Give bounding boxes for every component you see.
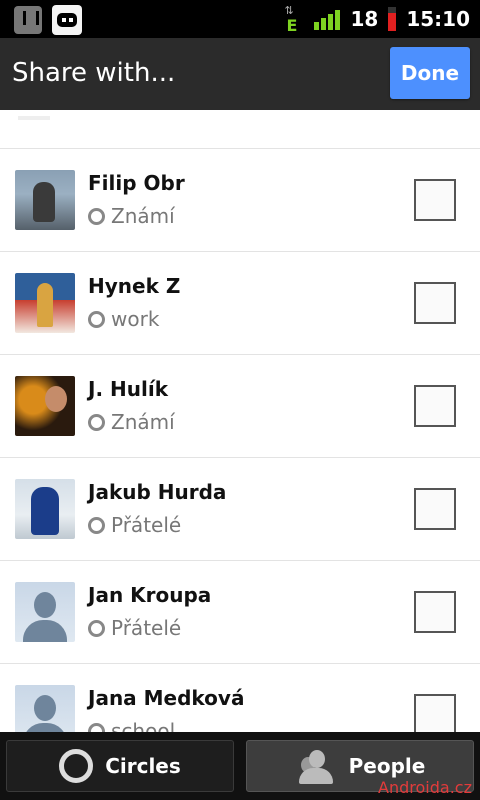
- circle-icon: [88, 722, 105, 732]
- avatar: [15, 170, 75, 230]
- circle-icon: [88, 619, 105, 637]
- select-checkbox[interactable]: [414, 385, 456, 427]
- bottom-bar: Circles People Androida.cz: [0, 732, 480, 800]
- select-checkbox[interactable]: [414, 694, 456, 732]
- done-button[interactable]: Done: [390, 47, 470, 99]
- default-avatar-icon: [15, 582, 75, 642]
- contact-row[interactable]: J. Hulík Známí: [0, 355, 480, 458]
- select-checkbox[interactable]: [414, 591, 456, 633]
- contact-circle: Přátelé: [111, 616, 182, 640]
- circle-icon: [88, 413, 105, 431]
- select-checkbox[interactable]: [414, 179, 456, 221]
- avatar: [15, 376, 75, 436]
- default-avatar-icon: [15, 685, 75, 732]
- contact-row[interactable]: Jakub Hurda Přátelé: [0, 458, 480, 561]
- circles-icon: [59, 749, 94, 783]
- contact-circle: Známí: [111, 204, 175, 228]
- circle-icon: [88, 516, 105, 534]
- circle-icon: [88, 207, 105, 225]
- circle-icon: [88, 310, 105, 328]
- clock: 15:10: [406, 7, 470, 31]
- contact-circle: Známí: [111, 410, 175, 434]
- contact-name: Hynek Z: [88, 274, 181, 298]
- status-bar: ⇅ E 18 15:10: [0, 0, 480, 38]
- tab-circles[interactable]: Circles: [6, 740, 234, 792]
- battery-icon: [388, 7, 397, 31]
- contact-name: J. Hulík: [88, 377, 168, 401]
- network-type-icon: ⇅ E: [284, 4, 298, 35]
- contact-row[interactable]: Jana Medková school: [0, 664, 480, 732]
- page-title: Share with...: [12, 58, 176, 88]
- contact-circle: school: [111, 719, 176, 732]
- contact-row[interactable]: Filip Obr Známí: [0, 149, 480, 252]
- contact-row[interactable]: Hynek Z work: [0, 252, 480, 355]
- watermark: Androida.cz: [378, 778, 472, 797]
- select-checkbox[interactable]: [414, 282, 456, 324]
- people-icon: [295, 748, 337, 784]
- contact-name: Jan Kroupa: [88, 583, 212, 607]
- list-item-partial: [0, 110, 480, 149]
- contact-row[interactable]: Jan Kroupa Přátelé: [0, 561, 480, 664]
- contact-circle: work: [111, 307, 160, 331]
- title-bar: Share with... Done: [0, 38, 480, 110]
- contact-list[interactable]: Filip Obr Známí Hynek Z work J. Hulík Zn…: [0, 110, 480, 732]
- avatar: [15, 273, 75, 333]
- contact-name: Jakub Hurda: [88, 480, 227, 504]
- contact-circle: Přátelé: [111, 513, 182, 537]
- tab-circles-label: Circles: [105, 754, 181, 778]
- signal-strength-icon: [314, 8, 341, 30]
- tab-people-label: People: [348, 754, 426, 778]
- battery-level: 18: [350, 7, 379, 31]
- avatar: [15, 479, 75, 539]
- contact-name: Filip Obr: [88, 171, 185, 195]
- contact-name: Jana Medková: [88, 686, 245, 710]
- select-checkbox[interactable]: [414, 488, 456, 530]
- download-notification-icon: [14, 6, 42, 34]
- app-notification-icon: [52, 5, 82, 35]
